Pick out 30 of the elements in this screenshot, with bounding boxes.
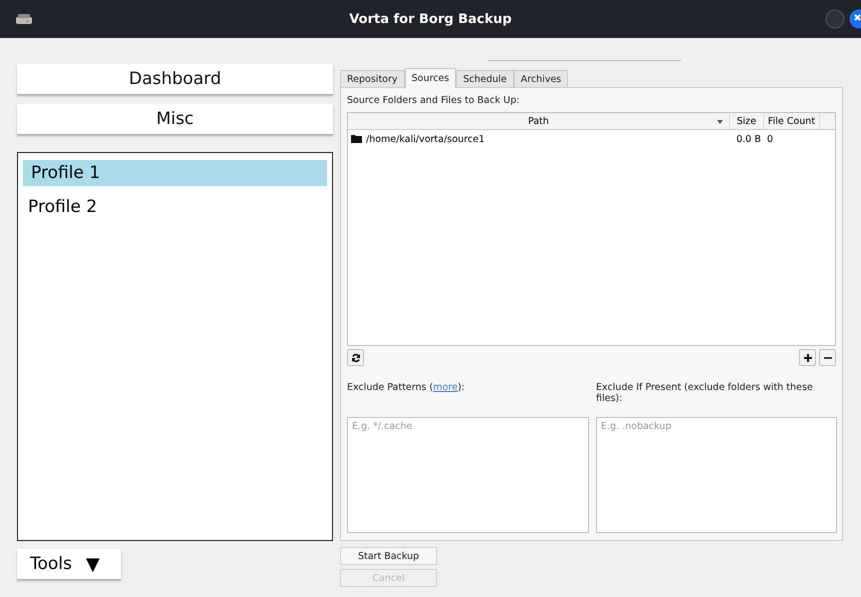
size-cell-text: 0.0 B bbox=[735, 134, 762, 144]
action-button[interactable]: Start Backup bbox=[340, 547, 437, 565]
section-heading: Source Folders and Files to Back Up: bbox=[347, 95, 521, 106]
tab[interactable]: Archives bbox=[514, 70, 568, 88]
tab[interactable]: Schedule bbox=[456, 70, 514, 88]
refresh-icon[interactable] bbox=[347, 349, 364, 366]
column-header[interactable]: File Count bbox=[764, 113, 820, 129]
exclude-if-present-field[interactable]: E.g. .nobackup bbox=[596, 417, 837, 533]
exclude-if-present-label: Exclude If Present (exclude folders with these files): bbox=[596, 382, 814, 404]
tab[interactable]: Repository bbox=[340, 70, 405, 88]
count-cell-text: 0 bbox=[766, 134, 774, 144]
column-header[interactable]: Size bbox=[730, 113, 764, 129]
remove-icon[interactable] bbox=[819, 349, 836, 366]
nav-button[interactable]: Misc bbox=[17, 104, 333, 134]
nav-button[interactable]: Dashboard bbox=[17, 64, 333, 94]
drive-icon bbox=[16, 14, 32, 24]
exclude-patterns-field[interactable]: E.g. */.cache bbox=[347, 417, 589, 533]
add-icon[interactable] bbox=[799, 349, 816, 366]
profile-item[interactable]: Profile 2 bbox=[23, 194, 327, 220]
tools-button[interactable]: Tools ▼ bbox=[17, 549, 121, 579]
column-header[interactable]: Path bbox=[348, 113, 730, 129]
exclude-patterns-label: Exclude Patterns (more): bbox=[347, 382, 466, 395]
window-title: Vorta for Borg Backup bbox=[349, 12, 512, 26]
more-link[interactable]: more bbox=[433, 382, 458, 393]
path-cell: /home/kali/vorta/source1 bbox=[348, 134, 730, 144]
folder-icon bbox=[351, 135, 362, 143]
profile-item[interactable]: Profile 1 bbox=[23, 160, 327, 186]
close-icon[interactable] bbox=[849, 9, 861, 29]
tab[interactable]: Sources bbox=[404, 68, 456, 88]
sort-caret-icon bbox=[717, 120, 723, 124]
